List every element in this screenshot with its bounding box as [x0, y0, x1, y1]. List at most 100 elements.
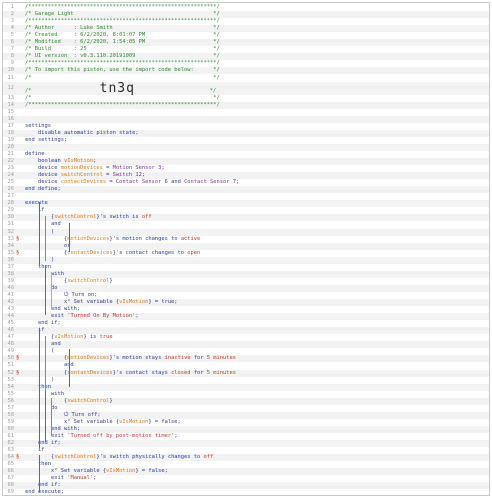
- line-number: 17: [7, 122, 15, 129]
- code-line[interactable]: 32 (: [3, 228, 489, 236]
- line-content: {contactDevices}'s contact changes to op…: [25, 250, 200, 257]
- code-line[interactable]: 60 end with;: [3, 425, 489, 433]
- indent-guide: [51, 272, 52, 309]
- code-line[interactable]: 34 or: [3, 242, 489, 250]
- code-line[interactable]: 56 {switchControl}: [3, 397, 489, 405]
- code-line[interactable]: 14 /*************************************…: [3, 101, 489, 109]
- code-line[interactable]: 26 end define;: [3, 186, 489, 194]
- comment-text: /* Modified : 6/2/2020, 1:54:05 PM */: [25, 39, 220, 46]
- line-content: {contactDevices}'s contact stays closed …: [25, 370, 236, 377]
- code-line[interactable]: 55 with: [3, 391, 489, 398]
- code-line[interactable]: 23 device motionDevices = Motion Sensor …: [3, 165, 489, 172]
- code-line[interactable]: 2 /* Garage Light */: [3, 11, 489, 19]
- line-content: exit 'Turned On By Motion';: [25, 313, 139, 320]
- code-line[interactable]: 49 (: [3, 348, 489, 355]
- code-line[interactable]: 24 device switchControl = Switch 12;: [3, 172, 489, 180]
- code-line[interactable]: 11/* */: [3, 75, 489, 82]
- code-line[interactable]: 12 /* tn3q */: [3, 81, 489, 95]
- line-content: {motionDevices}'s motion stays inactive …: [25, 355, 236, 362]
- code-line[interactable]: 10 /* To import this piston, use the impo…: [3, 67, 489, 75]
- code-line[interactable]: 27: [3, 193, 489, 200]
- code-line[interactable]: 40 do: [3, 284, 489, 292]
- code-line[interactable]: 48 and: [3, 341, 489, 349]
- statement-text: for: [190, 369, 207, 376]
- code-line[interactable]: 6 /* Modified : 6/2/2020, 1:54:05 PM */: [3, 39, 489, 47]
- code-line[interactable]: 58 ⏻ Turn off;: [3, 411, 489, 419]
- code-line[interactable]: 3 /**************************************…: [3, 18, 489, 25]
- code-line[interactable]: 5 /* Created : 6/2/2020, 8:01:07 PM */: [3, 32, 489, 39]
- code-line[interactable]: 43 end with;: [3, 306, 489, 313]
- code-line[interactable]: 52 § {contactDevices}'s contact stays clo…: [3, 369, 489, 377]
- code-line[interactable]: 18 disable automatic piston state;: [3, 129, 489, 137]
- code-line[interactable]: 36 ): [3, 256, 489, 264]
- line-number: 63: [7, 447, 15, 454]
- code-line[interactable]: 69 end execute;: [3, 489, 489, 495]
- line-number: 2: [10, 11, 14, 18]
- variable-name: motionDevices: [60, 165, 103, 172]
- code-line[interactable]: 13 /* */: [3, 95, 489, 102]
- code-line[interactable]: 30 {switchControl}'s switch is off: [3, 214, 489, 222]
- keyword: do: [25, 404, 58, 411]
- code-line[interactable]: 31 and: [3, 221, 489, 228]
- code-line[interactable]: 59 x² Set variable {vIsMotion} = false;: [3, 419, 489, 426]
- subscription-flag-icon: §: [16, 369, 20, 376]
- variable-name: contactDevices: [67, 249, 113, 256]
- code-line[interactable]: 61 exit 'Turned off by post-motion timer…: [3, 433, 489, 440]
- code-line[interactable]: 46 if: [3, 327, 489, 335]
- code-line[interactable]: 51 and: [3, 362, 489, 369]
- code-line[interactable]: 50 § {motionDevices}'s motion stays inact…: [3, 355, 489, 363]
- code-line[interactable]: 47 {vIsMotion} is true: [3, 334, 489, 341]
- code-line[interactable]: 16: [3, 115, 489, 123]
- line-content: /* Garage Light */: [25, 11, 220, 18]
- comment-text: /* Build : 25 */: [25, 46, 220, 53]
- code-line[interactable]: 66 x² Set variable {vIsMotion} = false;: [3, 468, 489, 476]
- code-line[interactable]: 62 end if;: [3, 440, 489, 448]
- comment-text: /***************************************…: [25, 101, 220, 108]
- code-line[interactable]: 54 then: [3, 383, 489, 391]
- code-line[interactable]: 68 end if;: [3, 482, 489, 490]
- code-line[interactable]: 22 boolean vIsMotion;: [3, 158, 489, 166]
- keyword: end with;: [25, 425, 81, 432]
- statement-text: }'s contact stays: [112, 369, 172, 376]
- code-line[interactable]: 45 end if;: [3, 320, 489, 327]
- code-line[interactable]: 29 if: [3, 207, 489, 214]
- device-name: Motion Sensor 3: [112, 165, 162, 172]
- keyword: then: [25, 461, 51, 468]
- code-line[interactable]: 21 define: [3, 151, 489, 158]
- line-content: device motionDevices = Motion Sensor 3;: [25, 165, 165, 172]
- code-line[interactable]: 33 § {motionDevices}'s motion changes to …: [3, 236, 489, 243]
- code-line[interactable]: 67 exit 'Manual';: [3, 475, 489, 482]
- code-line[interactable]: 63 if: [3, 447, 489, 454]
- code-line[interactable]: 53 ): [3, 377, 489, 384]
- code-line[interactable]: 44 exit 'Turned On By Motion';: [3, 313, 489, 321]
- code-line[interactable]: 42 x² Set variable {vIsMotion} = true;: [3, 299, 489, 307]
- code-line[interactable]: 9 /**************************************…: [3, 60, 489, 67]
- statement-text: } = true;: [148, 299, 178, 305]
- subscription-flag-icon: §: [16, 355, 20, 362]
- code-line[interactable]: 15: [3, 109, 489, 116]
- code-line[interactable]: 37 then: [3, 264, 489, 271]
- code-line[interactable]: 64 § {switchControl}'s switch physically …: [3, 454, 489, 462]
- code-line[interactable]: 35 § {contactDevices}'s contact changes t…: [3, 250, 489, 257]
- code-line[interactable]: 17 settings: [3, 123, 489, 130]
- value-literal: inactive: [164, 355, 191, 362]
- code-line[interactable]: 25 device contactDevices = Contact Senso…: [3, 179, 489, 186]
- code-line[interactable]: 8 /* UI version : v0.3.110.20191009 */: [3, 53, 489, 61]
- code-line[interactable]: 41 ⏻ Turn on;: [3, 292, 489, 299]
- line-content: then: [25, 264, 51, 271]
- code-line[interactable]: 20: [3, 143, 489, 151]
- line-content: {switchControl}: [25, 278, 113, 285]
- statement-text: {: [25, 397, 68, 404]
- code-line[interactable]: 19 end settings;: [3, 137, 489, 144]
- keyword: =: [102, 165, 113, 172]
- code-line[interactable]: 38 with: [3, 270, 489, 278]
- line-content: define: [25, 151, 44, 158]
- code-line[interactable]: 7 /* Build : 25 */: [3, 46, 489, 53]
- device-name: Contact Sensor 6: [115, 179, 168, 186]
- code-line[interactable]: 57 do: [3, 405, 489, 412]
- line-content: ⏻ Turn on;: [25, 292, 97, 299]
- code-line[interactable]: 1 /**************************************…: [3, 4, 489, 11]
- code-line[interactable]: 4 /* Author : Luke Smith */: [3, 25, 489, 33]
- code-line[interactable]: 39 {switchControl}: [3, 278, 489, 285]
- code-line[interactable]: 28 execute: [3, 200, 489, 208]
